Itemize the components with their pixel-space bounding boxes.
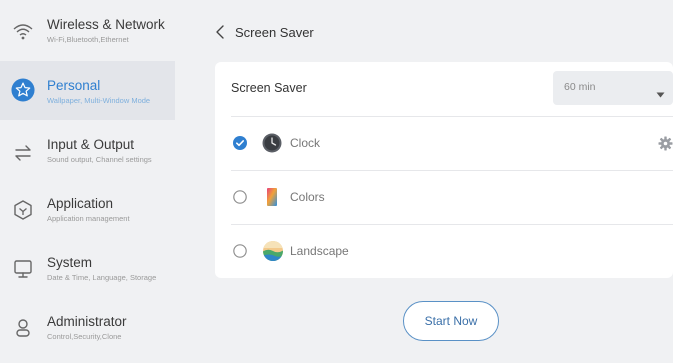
page-header: Screen Saver xyxy=(215,14,314,50)
screen-saver-card: Screen Saver 60 min Clock Colors Landsca… xyxy=(215,62,673,278)
radio-unselected-icon[interactable] xyxy=(233,244,247,258)
sidebar-item-title: Wireless & Network xyxy=(47,17,165,32)
chevron-left-icon[interactable] xyxy=(215,23,229,41)
sidebar-item-application[interactable]: Application Application management xyxy=(0,179,175,238)
clock-thumbnail-icon xyxy=(262,133,282,153)
settings-sidebar: Wireless & Network Wi-Fi,Bluetooth,Ether… xyxy=(0,0,190,363)
radio-unselected-icon[interactable] xyxy=(233,190,247,204)
option-clock[interactable]: Clock xyxy=(215,116,673,170)
start-now-button[interactable]: Start Now xyxy=(403,301,499,341)
sidebar-item-input-output[interactable]: Input & Output Sound output, Channel set… xyxy=(0,120,175,179)
gear-icon[interactable] xyxy=(658,136,673,151)
sidebar-item-subtitle: Sound output, Channel settings xyxy=(47,155,152,164)
option-label: Landscape xyxy=(290,244,349,258)
page-title: Screen Saver xyxy=(235,24,314,40)
sidebar-item-subtitle: Wallpaper, Multi-Window Mode xyxy=(47,96,151,105)
colors-thumbnail-icon xyxy=(262,187,282,207)
person-icon xyxy=(11,316,35,340)
screen-saver-timeout-row: Screen Saver 60 min xyxy=(215,62,673,116)
hexagon-icon xyxy=(11,198,35,222)
option-landscape[interactable]: Landscape xyxy=(215,224,673,278)
sidebar-item-title: Personal xyxy=(47,78,101,93)
wifi-icon xyxy=(11,20,35,44)
option-colors[interactable]: Colors xyxy=(215,170,673,224)
sidebar-item-wireless-network[interactable]: Wireless & Network Wi-Fi,Bluetooth,Ether… xyxy=(0,0,175,59)
star-icon xyxy=(11,78,35,102)
radio-selected-icon[interactable] xyxy=(233,136,247,150)
option-label: Clock xyxy=(290,136,321,150)
sidebar-item-title: Application xyxy=(47,196,114,211)
sidebar-item-title: System xyxy=(47,255,93,270)
sidebar-item-title: Input & Output xyxy=(47,137,135,152)
sidebar-item-administrator[interactable]: Administrator Control,Security,Clone xyxy=(0,297,175,356)
landscape-thumbnail-icon xyxy=(262,240,283,261)
timeout-dropdown[interactable]: 60 min xyxy=(553,71,673,105)
sidebar-item-subtitle: Application management xyxy=(47,214,130,223)
screen-saver-label: Screen Saver xyxy=(231,81,307,95)
sidebar-item-subtitle: Date & Time, Language, Storage xyxy=(47,273,157,282)
sidebar-item-subtitle: Control,Security,Clone xyxy=(47,332,122,341)
chevron-down-icon xyxy=(656,85,665,103)
sidebar-item-title: Administrator xyxy=(47,314,127,329)
sidebar-item-subtitle: Wi-Fi,Bluetooth,Ethernet xyxy=(47,35,129,44)
swap-arrows-icon xyxy=(11,141,35,165)
sidebar-item-system[interactable]: System Date & Time, Language, Storage xyxy=(0,238,175,297)
timeout-value: 60 min xyxy=(564,81,596,93)
monitor-icon xyxy=(11,257,35,281)
option-label: Colors xyxy=(290,190,325,204)
sidebar-item-personal[interactable]: Personal Wallpaper, Multi-Window Mode xyxy=(0,61,175,120)
